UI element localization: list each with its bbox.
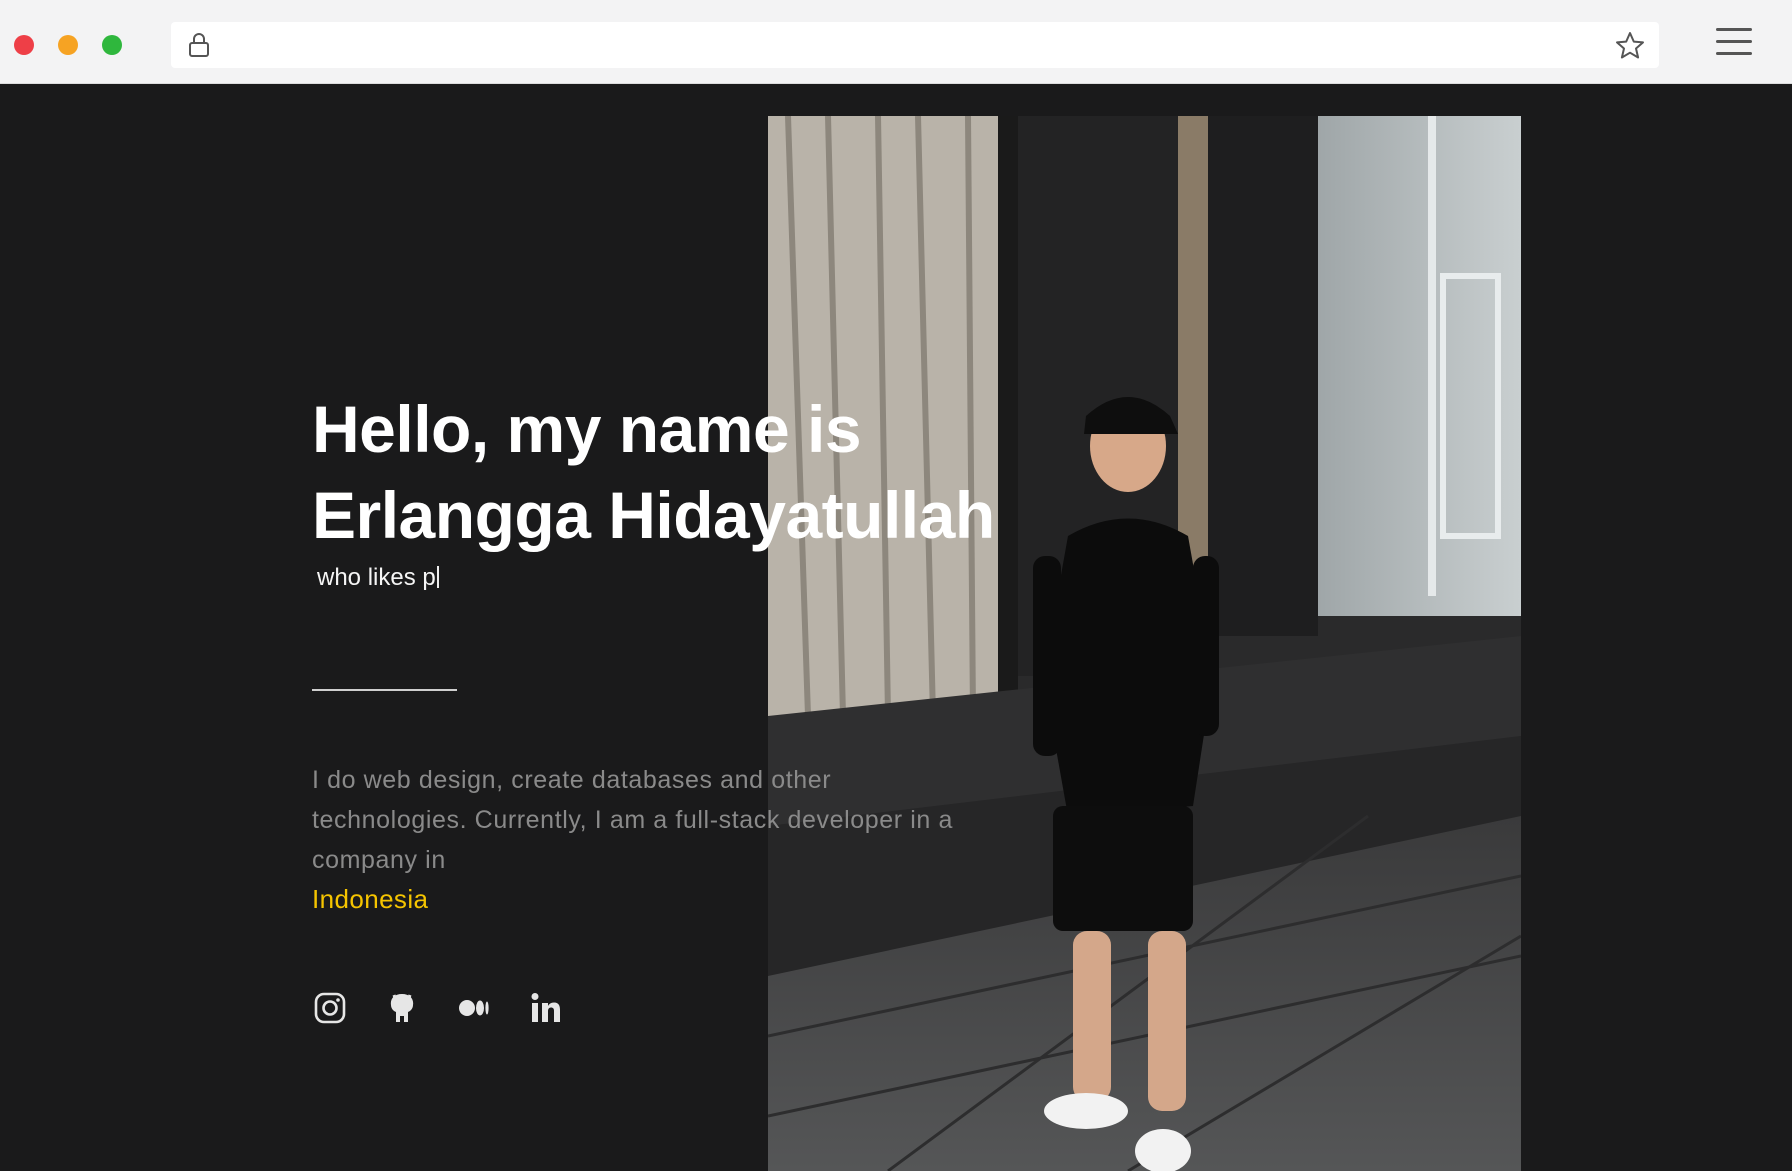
browser-toolbar [0,0,1792,84]
bio-paragraph: I do web design, create databases and ot… [312,760,972,918]
lock-icon [189,33,209,57]
instagram-icon [314,992,346,1024]
github-icon [390,994,414,1022]
address-bar[interactable] [171,22,1659,68]
section-divider [312,689,457,691]
typing-cursor [436,566,439,588]
hero-title-line1: Hello, my name is [312,392,862,466]
github-link[interactable] [384,990,420,1026]
maximize-window-button[interactable] [102,35,122,55]
linkedin-link[interactable] [528,990,564,1026]
star-icon[interactable] [1615,31,1645,59]
bio-country-highlight: Indonesia [312,884,429,914]
medium-icon [459,1000,489,1016]
menu-icon[interactable] [1716,28,1752,58]
profile-photo [768,116,1521,1171]
hero-title: Hello, my name is Erlangga Hidayatullah [312,386,1072,558]
typed-subtitle: who likes p [317,558,1072,598]
hero-section: Hello, my name is Erlangga Hidayatullah … [312,386,1072,598]
page-viewport: Hello, my name is Erlangga Hidayatullah … [0,84,1792,1171]
medium-link[interactable] [456,990,492,1026]
hero-title-line2: Erlangga Hidayatullah [312,478,995,552]
bio-text: I do web design, create databases and ot… [312,766,953,874]
typed-text: who likes p [317,564,436,591]
instagram-link[interactable] [312,990,348,1026]
close-window-button[interactable] [14,35,34,55]
minimize-window-button[interactable] [58,35,78,55]
linkedin-icon [531,993,560,1022]
social-links [312,990,564,1026]
